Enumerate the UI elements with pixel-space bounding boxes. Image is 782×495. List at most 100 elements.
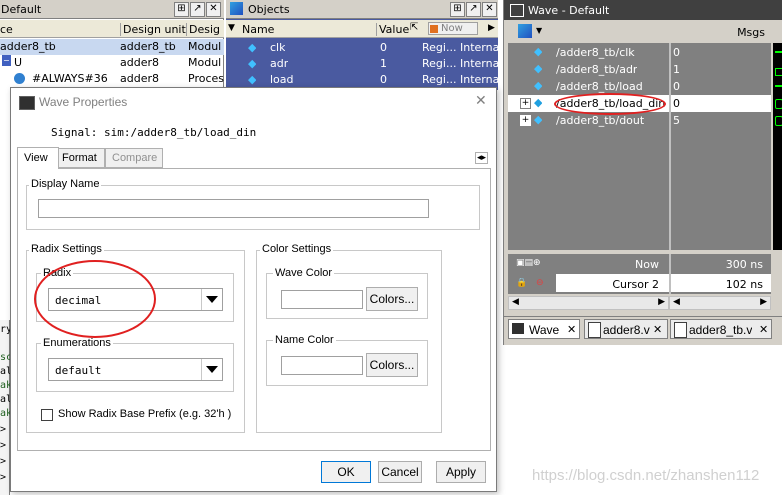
find-icon[interactable]: ⇱ xyxy=(410,22,418,33)
name-color-input[interactable] xyxy=(281,356,363,375)
undock-icon[interactable]: ↗ xyxy=(190,2,205,17)
col-design-unit[interactable]: Design unit xyxy=(120,23,186,36)
row-value: 0 xyxy=(380,73,387,86)
scroll-right-icon[interactable]: ▶ xyxy=(760,297,767,307)
tab-compare[interactable]: Compare xyxy=(105,148,163,168)
zoom-icons[interactable]: ▣▤⊕ xyxy=(516,258,541,268)
close-icon[interactable]: ✕ xyxy=(206,2,221,17)
scroll-left-icon[interactable]: ◀ xyxy=(512,297,519,307)
close-icon[interactable]: ✕ xyxy=(759,323,768,336)
dropdown-arrow-icon[interactable]: ▼ xyxy=(536,26,542,35)
table-row[interactable]: ◆ clk 0 Regi... Interna xyxy=(226,40,498,56)
selected-value-bg xyxy=(671,95,771,112)
expand-icon[interactable]: + xyxy=(520,115,531,126)
remove-cursor-icon[interactable]: ⊖ xyxy=(536,278,544,288)
wave-colors-button[interactable]: Colors... xyxy=(366,287,418,311)
names-scrollbar[interactable]: ◀ ▶ xyxy=(508,296,669,310)
col-design-type[interactable]: Desig xyxy=(186,23,227,36)
wave-signal-row[interactable]: + ◆ /adder8_tb/dout xyxy=(508,112,669,129)
wave-color-input[interactable] xyxy=(281,290,363,309)
close-icon[interactable]: ✕ xyxy=(482,2,497,17)
scroll-left-icon[interactable]: ◀ xyxy=(673,297,680,307)
row-kind: Regi... xyxy=(422,73,457,86)
expand-icon[interactable]: + xyxy=(520,98,531,109)
wave-trace xyxy=(775,68,782,76)
tab-adder8-v[interactable]: adder8.v ✕ xyxy=(584,319,668,339)
cursor-values-area: 300 ns 102 ns xyxy=(669,254,771,294)
objects-title: Objects xyxy=(248,3,290,16)
button-label: Apply xyxy=(445,465,477,479)
wave-titlebar: Wave - Default xyxy=(504,0,782,20)
tab-label: View xyxy=(24,152,48,164)
structure-titlebar: Default ⊞ ↗ ✕ xyxy=(0,0,224,19)
cursor-tools-icon[interactable]: 🔒 xyxy=(516,278,527,288)
edge-text: > xyxy=(0,456,7,467)
expand-icon[interactable]: − xyxy=(2,55,11,66)
values-scrollbar[interactable]: ◀ ▶ xyxy=(669,296,771,310)
close-icon[interactable]: ✕ xyxy=(567,323,576,336)
display-name-label: Display Name xyxy=(29,178,102,190)
table-row[interactable]: − U adder8 Modul xyxy=(0,55,224,71)
signal-path: /adder8_tb/adr xyxy=(556,63,638,76)
scroll-right-icon[interactable]: ▶ xyxy=(658,297,665,307)
pin-icon[interactable]: ⊞ xyxy=(450,2,465,17)
tab-view[interactable]: View xyxy=(17,147,59,169)
annotation-ellipse xyxy=(554,93,666,115)
table-row[interactable]: adder8_tb adder8_tb Modul xyxy=(0,39,224,55)
wave-window-icon xyxy=(510,4,524,17)
name-colors-button[interactable]: Colors... xyxy=(366,353,418,377)
cancel-button[interactable]: Cancel xyxy=(378,461,422,483)
table-row[interactable]: ◆ adr 1 Regi... Interna xyxy=(226,56,498,72)
undock-icon[interactable]: ↗ xyxy=(466,2,481,17)
cursor-label[interactable]: Cursor 2 xyxy=(612,278,659,291)
file-icon xyxy=(588,322,601,338)
dialog-app-icon xyxy=(19,96,35,110)
row-name: load xyxy=(270,73,294,86)
tab-format[interactable]: Format xyxy=(57,148,105,168)
tab-scroll-icon[interactable]: ◂▸ xyxy=(475,152,489,164)
chevron-down-icon[interactable] xyxy=(201,359,222,380)
table-row[interactable]: #ALWAYS#36 adder8 Proces xyxy=(0,71,224,87)
button-label: OK xyxy=(337,465,355,479)
signal-icon: ◆ xyxy=(534,45,543,58)
objects-icon xyxy=(230,2,243,15)
signal-value: 0 xyxy=(673,97,680,110)
close-icon[interactable]: ✕ xyxy=(653,323,662,336)
waveform-area[interactable] xyxy=(773,43,782,250)
pin-icon[interactable]: ⊞ xyxy=(174,2,189,17)
chevron-down-icon[interactable] xyxy=(201,289,222,310)
tab-wave[interactable]: Wave ✕ xyxy=(508,319,580,339)
signal-icon: ◆ xyxy=(534,96,543,109)
wave-signals-icon[interactable] xyxy=(518,24,532,38)
name-color-label: Name Color xyxy=(273,334,336,346)
wave-signal-row[interactable]: ◆ /adder8_tb/adr xyxy=(508,61,669,78)
signal-icon: ◆ xyxy=(248,41,257,54)
tab-label: Format xyxy=(62,152,97,164)
wave-signal-row[interactable]: ◆ /adder8_tb/clk xyxy=(508,44,669,61)
close-icon[interactable]: ✕ xyxy=(475,93,487,109)
signal-icon: ◆ xyxy=(534,79,543,92)
display-name-input[interactable] xyxy=(38,199,429,218)
row-name: U xyxy=(14,56,23,69)
enumerations-select[interactable]: default xyxy=(48,358,223,381)
table-row[interactable]: ◆ load 0 Regi... Interna xyxy=(226,72,498,88)
col-value[interactable]: Value xyxy=(376,23,409,36)
button-label: Colors... xyxy=(369,358,415,372)
wave-signal-row[interactable]: ◆ /adder8_tb/load xyxy=(508,78,669,95)
ok-button[interactable]: OK xyxy=(321,461,371,483)
col-instance[interactable]: ce xyxy=(0,23,13,36)
tab-adder8-tb-v[interactable]: adder8_tb.v ✕ xyxy=(670,319,772,339)
row-name: adr xyxy=(270,57,289,70)
row-mode: Interna xyxy=(460,57,498,70)
row-name: #ALWAYS#36 xyxy=(32,72,108,85)
apply-button[interactable]: Apply xyxy=(436,461,486,483)
process-icon xyxy=(14,73,25,84)
scroll-right-icon[interactable]: ▶ xyxy=(488,23,495,33)
radix-prefix-checkbox[interactable] xyxy=(41,409,53,421)
edge-text: > xyxy=(0,440,7,451)
row-value: 0 xyxy=(380,41,387,54)
tab-label: Compare xyxy=(112,152,158,164)
wave-tab-icon xyxy=(512,323,524,334)
sort-arrow-icon[interactable]: ▼ xyxy=(228,23,235,33)
col-name[interactable]: Name xyxy=(242,23,274,36)
